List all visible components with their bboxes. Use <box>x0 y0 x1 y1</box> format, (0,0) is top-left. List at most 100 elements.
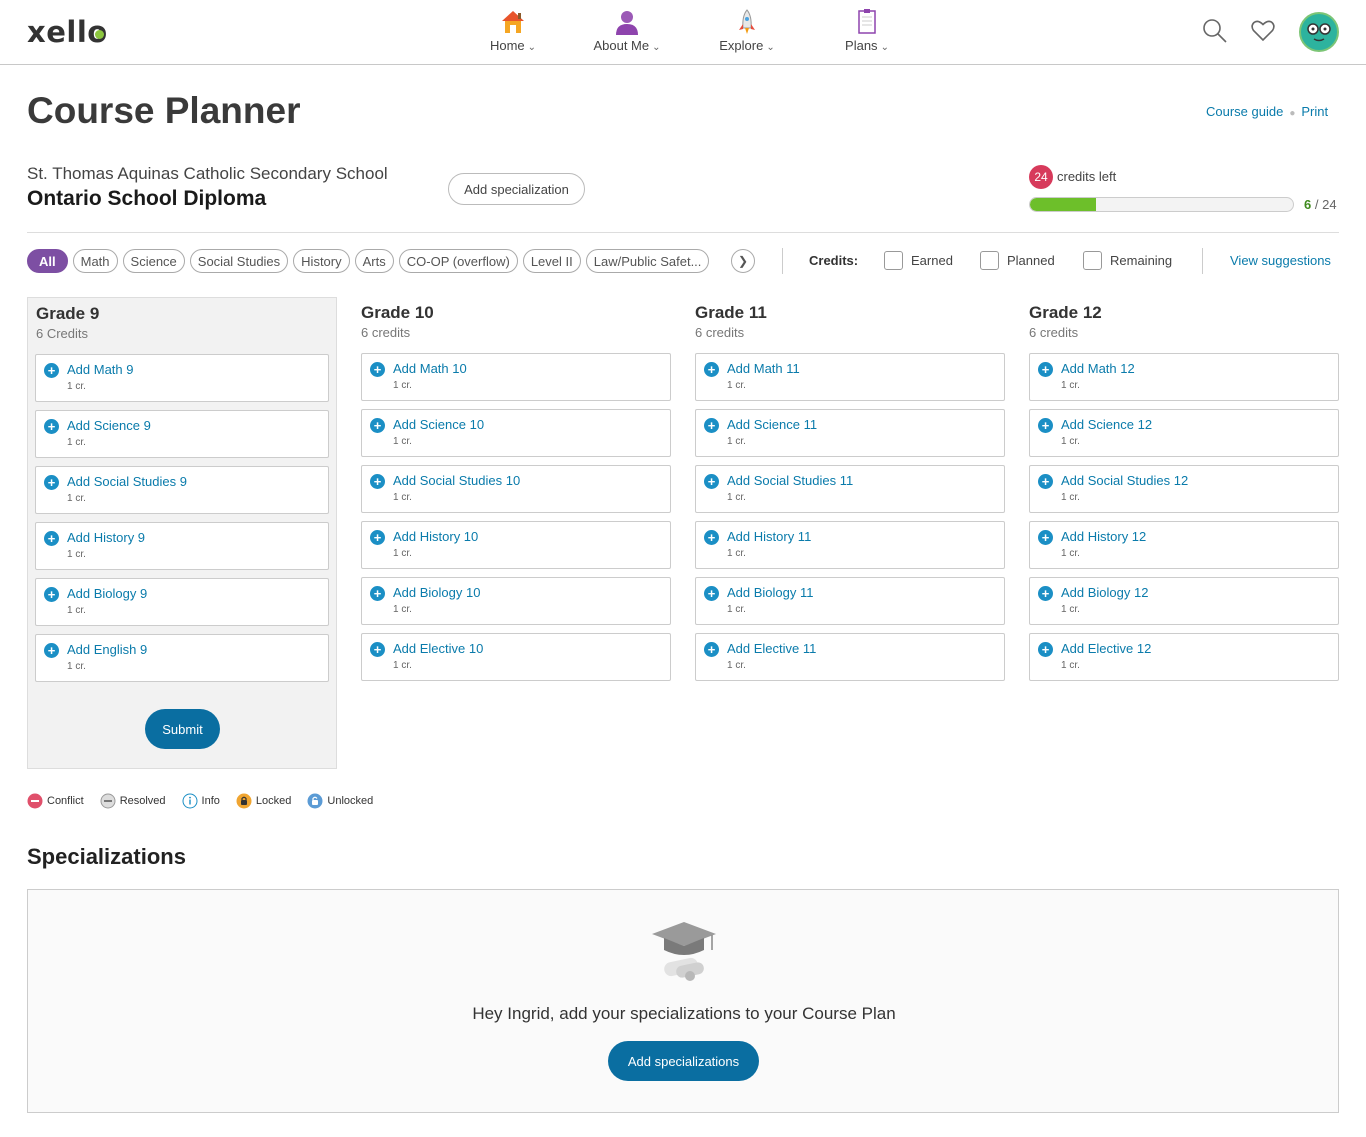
course-credits: 1 cr. <box>727 604 746 615</box>
course-name: Add Elective 11 <box>727 641 817 656</box>
course-name: Add Social Studies 10 <box>393 473 521 488</box>
search-icon[interactable] <box>1202 18 1228 44</box>
specializations-message: Hey Ingrid, add your specializations to … <box>472 1004 896 1023</box>
course-slot[interactable]: + Add Math 9 1 cr. <box>35 354 329 402</box>
progress-current: 6 <box>1304 197 1312 212</box>
course-credits: 1 cr. <box>393 436 412 447</box>
progress-total: / 24 <box>1314 197 1337 212</box>
course-slot[interactable]: + Add History 10 1 cr. <box>361 521 671 569</box>
nav-about-me[interactable]: About Me ⌄ <box>572 8 682 53</box>
print-link[interactable]: Print <box>1301 104 1328 119</box>
filter-chip-arts[interactable]: Arts <box>354 249 394 273</box>
course-credits: 1 cr. <box>393 492 412 503</box>
course-name: Add History 10 <box>393 529 479 544</box>
course-slot[interactable]: + Add Math 12 1 cr. <box>1029 353 1339 401</box>
course-credits: 1 cr. <box>393 380 412 391</box>
course-slot[interactable]: + Add Biology 12 1 cr. <box>1029 577 1339 625</box>
grade-title: Grade 9 <box>36 304 100 323</box>
course-slot[interactable]: + Add Biology 11 1 cr. <box>695 577 1005 625</box>
course-slot[interactable]: + Add Social Studies 10 1 cr. <box>361 465 671 513</box>
course-slot[interactable]: + Add Social Studies 9 1 cr. <box>35 466 329 514</box>
grade-credits: 6 credits <box>695 325 745 340</box>
filter-chip-law-public-safety[interactable]: Law/Public Safet... <box>585 249 710 273</box>
grade-credits: 6 credits <box>361 325 411 340</box>
resolved-icon <box>100 793 116 809</box>
chevron-right-icon[interactable]: ❯ <box>731 249 755 273</box>
filter-divider <box>1202 248 1203 274</box>
legend-locked: Locked <box>236 793 291 809</box>
course-guide-link[interactable]: Course guide <box>1206 104 1283 119</box>
course-name: Add Math 10 <box>393 361 467 376</box>
course-slot[interactable]: + Add English 9 1 cr. <box>35 634 329 682</box>
filter-chip-social-studies[interactable]: Social Studies <box>189 249 289 273</box>
filter-chip-history[interactable]: History <box>293 249 350 273</box>
course-name: Add Biology 11 <box>727 585 814 600</box>
course-credits: 1 cr. <box>393 604 412 615</box>
course-name: Add Science 11 <box>727 417 818 432</box>
subject-filter-chips: All Math Science Social Studies History … <box>27 249 710 273</box>
course-slot[interactable]: + Add History 9 1 cr. <box>35 522 329 570</box>
course-slot[interactable]: + Add Science 10 1 cr. <box>361 409 671 457</box>
course-credits: 1 cr. <box>727 548 746 559</box>
legend-label: Resolved <box>119 795 166 807</box>
course-slot[interactable]: + Add Elective 12 1 cr. <box>1029 633 1339 681</box>
add-specialization-button[interactable]: Add specialization <box>448 173 585 205</box>
page-title: Course Planner <box>27 90 301 131</box>
course-slot[interactable]: + Add Science 11 1 cr. <box>695 409 1005 457</box>
course-name: Add Social Studies 12 <box>1061 473 1189 488</box>
plus-icon: + <box>44 363 59 378</box>
remaining-label: Remaining <box>1110 253 1173 268</box>
course-credits: 1 cr. <box>67 493 86 504</box>
avatar[interactable] <box>1299 12 1339 52</box>
chevron-down-icon: ⌄ <box>652 42 661 53</box>
course-slot[interactable]: + Add Math 11 1 cr. <box>695 353 1005 401</box>
nav-explore[interactable]: Explore ⌄ <box>692 8 802 53</box>
planned-checkbox[interactable] <box>980 251 999 270</box>
course-name: Add Social Studies 11 <box>727 473 854 488</box>
course-slot[interactable]: + Add Elective 10 1 cr. <box>361 633 671 681</box>
course-slot[interactable]: + Add Social Studies 12 1 cr. <box>1029 465 1339 513</box>
course-name: Add Math 11 <box>727 361 800 376</box>
view-suggestions-link[interactable]: View suggestions <box>1230 253 1331 268</box>
nav-home[interactable]: Home ⌄ <box>458 8 568 53</box>
filter-chip-science[interactable]: Science <box>122 249 185 273</box>
course-slot[interactable]: + Add Biology 9 1 cr. <box>35 578 329 626</box>
filter-chip-all[interactable]: All <box>27 249 68 273</box>
course-slot[interactable]: + Add History 12 1 cr. <box>1029 521 1339 569</box>
credits-left-badge: 24 <box>1029 165 1053 189</box>
legend-label: Unlocked <box>327 795 374 807</box>
filter-chip-level-ii[interactable]: Level II <box>522 249 581 273</box>
legend-unlocked: Unlocked <box>307 793 373 809</box>
grade-header: Grade 10 6 credits <box>361 297 671 353</box>
heart-icon[interactable] <box>1250 18 1276 44</box>
logo-o: o <box>87 15 107 49</box>
course-name: Add History 9 <box>67 530 146 545</box>
plus-icon: + <box>1038 586 1053 601</box>
plus-icon: + <box>44 643 59 658</box>
course-slot[interactable]: + Add Social Studies 11 1 cr. <box>695 465 1005 513</box>
course-slot[interactable]: + Add Science 12 1 cr. <box>1029 409 1339 457</box>
plus-icon: + <box>370 474 385 489</box>
course-slot[interactable]: + Add Biology 10 1 cr. <box>361 577 671 625</box>
earned-checkbox[interactable] <box>884 251 903 270</box>
course-credits: 1 cr. <box>393 548 412 559</box>
credits-filter-label: Credits: <box>809 253 859 268</box>
nav-plans[interactable]: Plans ⌄ <box>812 8 922 53</box>
submit-button[interactable]: Submit <box>145 709 220 749</box>
nav-home-label: Home <box>489 38 525 53</box>
course-name: Add Elective 12 <box>1061 641 1152 656</box>
xello-logo[interactable]: xello <box>27 15 108 49</box>
add-specializations-button[interactable]: Add specializations <box>608 1041 759 1081</box>
course-slot[interactable]: + Add Elective 11 1 cr. <box>695 633 1005 681</box>
plus-icon: + <box>704 362 719 377</box>
course-slot[interactable]: + Add Science 9 1 cr. <box>35 410 329 458</box>
filter-chip-math[interactable]: Math <box>72 249 118 273</box>
filter-chip-co-op[interactable]: CO-OP (overflow) <box>398 249 518 273</box>
logo-dot <box>95 30 105 39</box>
course-name: Add Elective 10 <box>393 641 484 656</box>
course-credits: 1 cr. <box>67 605 86 616</box>
course-slot[interactable]: + Add History 11 1 cr. <box>695 521 1005 569</box>
remaining-checkbox[interactable] <box>1083 251 1102 270</box>
link-separator: ● <box>1289 108 1296 119</box>
course-slot[interactable]: + Add Math 10 1 cr. <box>361 353 671 401</box>
